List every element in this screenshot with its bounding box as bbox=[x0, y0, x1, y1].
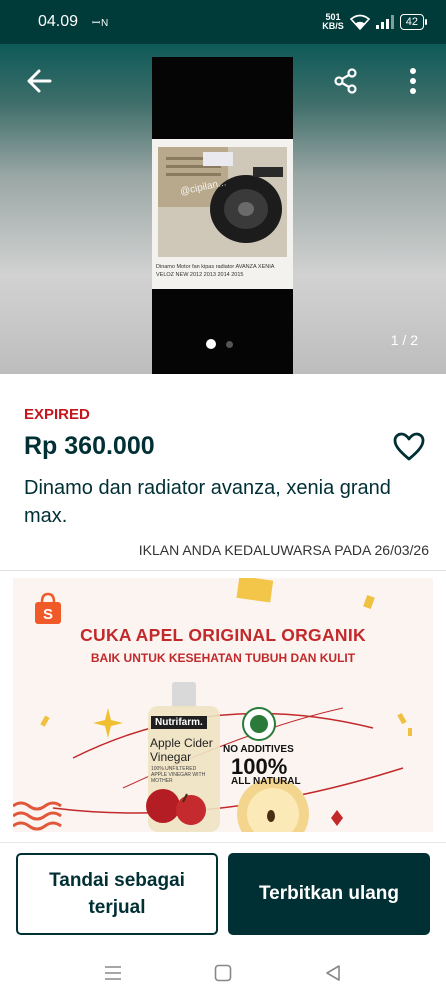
republish-button[interactable]: Terbitkan ulang bbox=[228, 853, 430, 935]
photo-counter: 1 / 2 bbox=[390, 332, 418, 348]
pagination-dot-active[interactable] bbox=[206, 339, 216, 349]
banner-artwork bbox=[13, 578, 433, 832]
svg-text:S: S bbox=[43, 606, 53, 623]
listing-title: Dinamo dan radiator avanza, xenia grand … bbox=[24, 477, 391, 527]
mark-as-sold-button[interactable]: Tandai sebagai terjual bbox=[16, 853, 218, 935]
network-speed-unit: KB/S bbox=[322, 21, 344, 31]
photo-content: @cipilan... Dinamo Motor fan kipas radia… bbox=[152, 139, 293, 289]
status-bar: 04.09 ꟷ N 501 KB/S 42 bbox=[0, 0, 446, 44]
shopee-logo-icon: S bbox=[35, 592, 61, 624]
nfc-icon: ꟷ N bbox=[92, 18, 108, 29]
listing-photo[interactable]: @cipilan... Dinamo Motor fan kipas radia… bbox=[152, 57, 293, 374]
network-speed: 501 KB/S bbox=[322, 13, 344, 31]
listing-info: EXPIRED Rp 360.000 Dinamo dan radiator a… bbox=[0, 374, 446, 570]
bottle-name-line1: Apple Cider bbox=[150, 736, 213, 750]
banner-subheadline: BAIK UNTUK KESEHATAN TUBUH DAN KULIT bbox=[90, 651, 356, 665]
recent-apps-button[interactable] bbox=[100, 961, 126, 985]
expiry-note: IKLAN ANDA KEDALUWARSA PADA 26/03/26 bbox=[138, 542, 429, 558]
share-button[interactable] bbox=[331, 66, 361, 96]
battery-icon: 42 bbox=[399, 14, 428, 30]
status-badge: EXPIRED bbox=[24, 406, 90, 423]
arrow-left-icon bbox=[27, 69, 52, 93]
claim-all-natural: ALL NATURAL bbox=[231, 776, 301, 787]
signal-icon bbox=[375, 15, 394, 29]
status-indicators: 501 KB/S 42 bbox=[322, 13, 428, 31]
system-navigation-bar bbox=[0, 948, 446, 1000]
share-icon bbox=[334, 68, 357, 94]
action-bar: Tandai sebagai terjual Terbitkan ulang bbox=[0, 842, 446, 948]
system-back-button[interactable] bbox=[320, 961, 346, 985]
bottle-name-line2: Vinegar bbox=[150, 750, 192, 764]
photo-gallery[interactable]: @cipilan... Dinamo Motor fan kipas radia… bbox=[0, 44, 446, 374]
home-button[interactable] bbox=[210, 961, 236, 985]
divider bbox=[0, 570, 446, 571]
photo-caption: Dinamo Motor fan kipas radiator AVANZA X… bbox=[156, 264, 275, 278]
banner-headline: CUKA APEL ORIGINAL ORGANIK bbox=[80, 625, 366, 645]
listing-price: Rp 360.000 bbox=[24, 432, 155, 460]
radiator-fan-motor-image: @cipilan... bbox=[158, 147, 287, 257]
bottle-brand: Nutrifarm. bbox=[151, 716, 207, 729]
heart-icon bbox=[393, 432, 425, 461]
more-vertical-icon bbox=[410, 68, 416, 94]
screen: 04.09 ꟷ N 501 KB/S 42 @cipilan... Dinamo… bbox=[0, 0, 446, 1000]
gallery-pagination bbox=[206, 339, 233, 349]
pagination-dot[interactable] bbox=[226, 340, 233, 348]
menu-icon bbox=[105, 966, 121, 980]
favorite-button[interactable] bbox=[392, 430, 426, 464]
square-icon bbox=[214, 964, 232, 982]
triangle-back-icon bbox=[326, 965, 340, 981]
more-options-button[interactable] bbox=[398, 66, 428, 96]
advertisement-banner[interactable]: S CUKA APEL ORIGINAL ORGANIK BAIK UNTUK … bbox=[13, 578, 433, 832]
wifi-icon bbox=[349, 14, 370, 30]
back-button[interactable] bbox=[24, 66, 54, 96]
status-time: 04.09 bbox=[38, 13, 79, 30]
bottle-name: Apple Cider Vinegar bbox=[150, 736, 213, 764]
bottle-small-text: 100% UNFILTERED APPLE VINEGAR WITH MOTHE… bbox=[151, 766, 206, 784]
